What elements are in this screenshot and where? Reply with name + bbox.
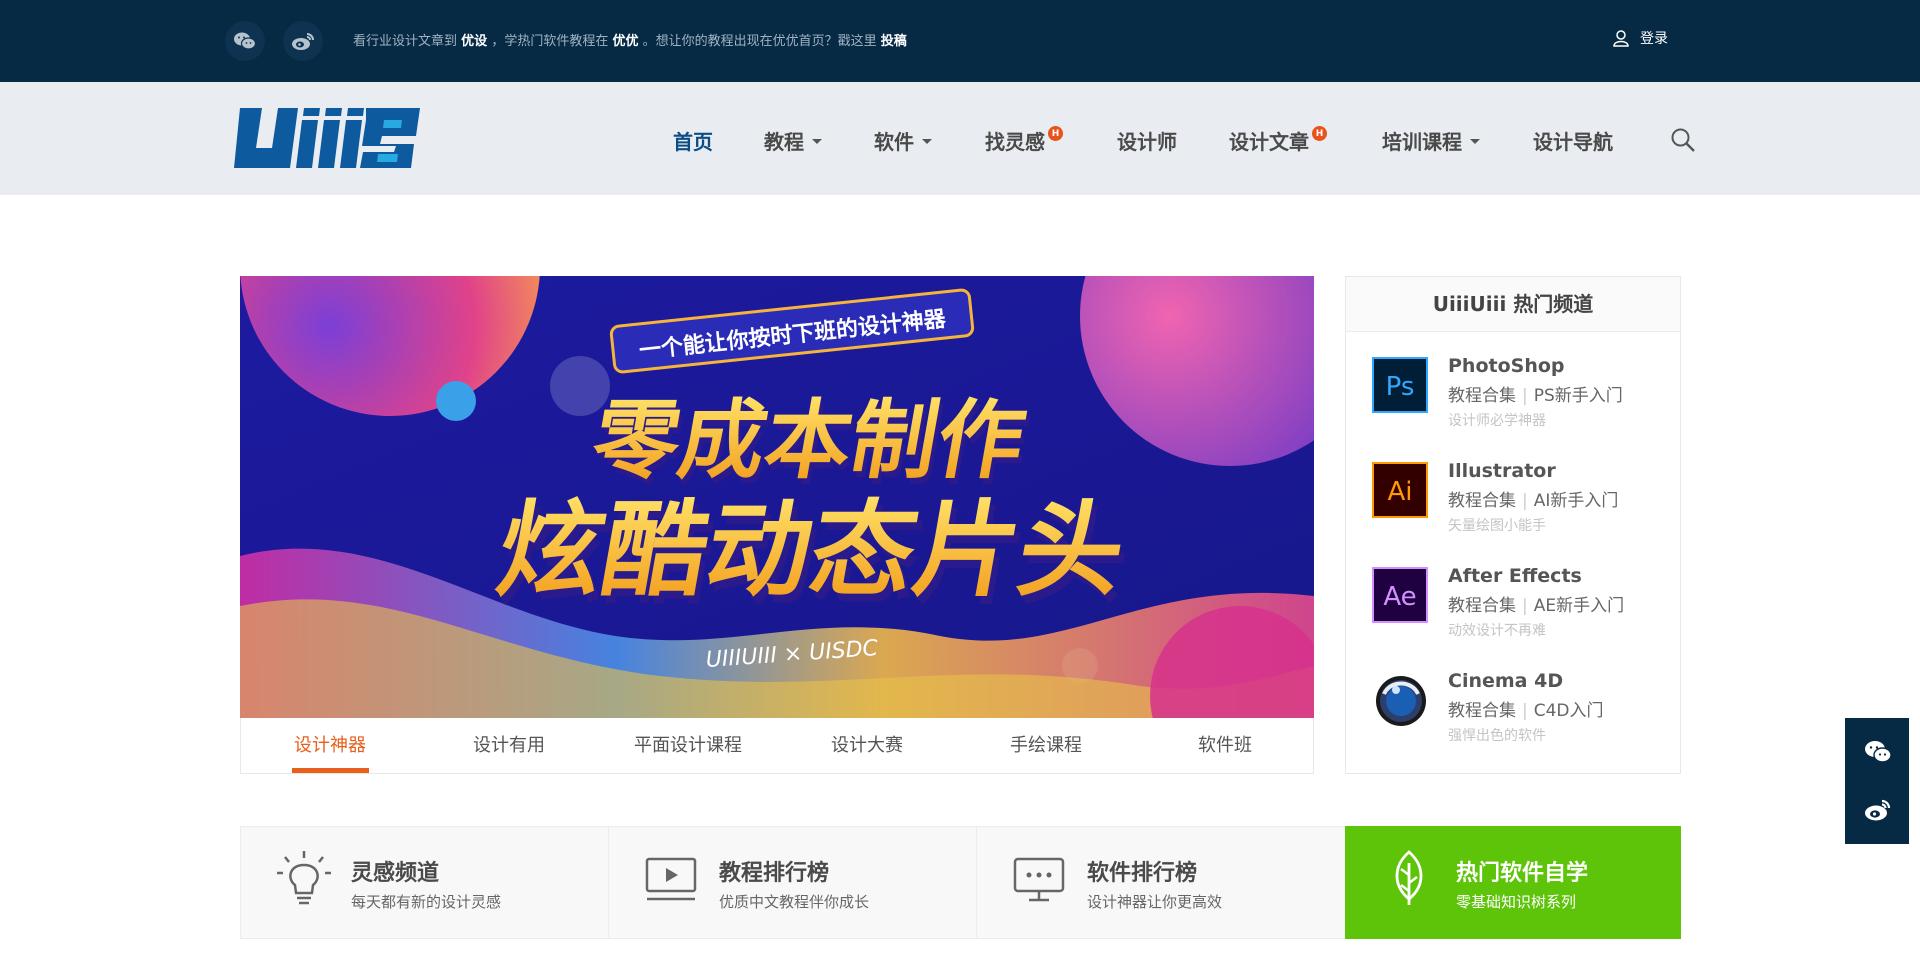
card-title: 灵感频道 [351,861,440,886]
notice-text-1: 看行业设计文章到 [353,34,458,49]
card-subtitle: 每天都有新的设计灵感 [351,893,502,911]
svg-text:Ps: Ps [1386,372,1415,402]
lightbulb-icon [277,851,331,905]
channel-subtitle: 矢量绘图小能手 [1448,518,1546,534]
tab-hand-drawing[interactable]: 手绘课程 [957,718,1135,773]
monitor-icon [1013,857,1065,902]
card-title: 热门软件自学 [1456,861,1589,886]
nav-home[interactable]: 首页 [673,126,713,155]
hot-badge: H [1312,126,1327,141]
submit-link[interactable]: 投稿 [881,34,907,49]
channel-photoshop[interactable]: Ps PhotoShop 教程合集 | PS新手入门 设计师必学神器 [1346,355,1682,437]
banner-headline-2: 炫酷动态片头 [489,490,1134,611]
login-label: 登录 [1640,31,1668,47]
tab-software-class[interactable]: 软件班 [1136,718,1314,773]
notice-text-2: ，学热门软件教程在 [491,34,609,49]
wechat-icon[interactable] [225,21,265,61]
panel-title: UiiiUiii 热门频道 [1346,277,1680,332]
chevron-down-icon [812,139,822,144]
main-nav: 首页 教程 软件 找灵感 H 设计师 设计文章 H 培训课程 设计导航 [0,82,1920,195]
weibo-icon[interactable] [283,21,323,61]
channel-after-effects[interactable]: Ae After Effects 教程合集 | AE新手入门 动效设计不再难 [1346,565,1682,647]
channel-title: PhotoShop [1448,355,1565,377]
tab-design-useful[interactable]: 设计有用 [420,718,598,773]
after-effects-icon: Ae [1372,567,1428,623]
weibo-icon[interactable] [1864,796,1892,824]
chevron-down-icon [922,139,932,144]
tab-graphic-course[interactable]: 平面设计课程 [599,718,777,773]
card-inspiration[interactable]: 灵感频道 每天都有新的设计灵感 [240,826,609,939]
search-icon[interactable] [1670,127,1696,157]
notice-text-3: 。想让你的教程出现在优优首页？戳这里 [642,34,877,49]
card-title: 软件排行榜 [1087,861,1198,886]
nav-courses[interactable]: 培训课程 [1382,126,1480,155]
card-hot-software-self-study[interactable]: 热门软件自学 零基础知识树系列 [1345,826,1681,939]
beginner-link[interactable]: AI新手入门 [1534,491,1619,511]
wechat-icon[interactable] [1864,738,1892,766]
photoshop-icon: Ps [1372,357,1428,413]
svg-text:Ai: Ai [1387,477,1412,507]
user-icon [1613,30,1629,47]
floating-social-bar [1845,718,1909,844]
nav-designers[interactable]: 设计师 [1117,126,1177,155]
chevron-down-icon [1470,139,1480,144]
uiiiuiii-link[interactable]: 优优 [612,34,638,49]
channel-subtitle: 强悍出色的软件 [1448,728,1546,744]
tab-design-contest[interactable]: 设计大赛 [778,718,956,773]
card-software-ranking[interactable]: 软件排行榜 设计神器让你更高效 [976,826,1346,939]
card-subtitle: 零基础知识树系列 [1456,893,1577,911]
card-subtitle: 优质中文教程伴你成长 [719,893,870,911]
illustrator-icon: Ai [1372,462,1428,518]
video-play-icon [645,857,697,901]
nav-inspiration[interactable]: 找灵感 H [985,126,1063,155]
collection-link[interactable]: 教程合集 [1448,386,1516,406]
nav-tutorials[interactable]: 教程 [764,126,822,155]
top-bar: 看行业设计文章到 优设 ，学热门软件教程在 优优 。想让你的教程出现在优优首页？… [0,0,1920,82]
channel-subtitle: 设计师必学神器 [1448,413,1546,429]
banner-headline-1: 零成本制作 [585,392,1032,491]
channel-cinema4d[interactable]: Cinema 4D 教程合集 | C4D入门 强悍出色的软件 [1346,670,1682,752]
banner-tabs: 设计神器 设计有用 平面设计课程 设计大赛 手绘课程 软件班 [240,718,1314,774]
collection-link[interactable]: 教程合集 [1448,701,1516,721]
collection-link[interactable]: 教程合集 [1448,596,1516,616]
card-subtitle: 设计神器让你更高效 [1087,893,1223,911]
channel-title: Cinema 4D [1448,670,1564,692]
svg-text:Ae: Ae [1383,582,1416,612]
beginner-link[interactable]: AE新手入门 [1534,596,1624,616]
cinema4d-icon [1376,676,1426,726]
beginner-link[interactable]: C4D入门 [1534,701,1604,721]
beginner-link[interactable]: PS新手入门 [1534,386,1623,406]
card-title: 教程排行榜 [719,861,830,886]
channel-subtitle: 动效设计不再难 [1448,623,1546,639]
tab-design-tools[interactable]: 设计神器 [241,718,419,773]
hot-badge: H [1048,126,1063,141]
channel-title: Illustrator [1448,460,1556,482]
nav-design-navigation[interactable]: 设计导航 [1533,126,1613,155]
active-tab-underline [292,768,369,773]
hero-banner[interactable]: 一个能让你按时下班的设计神器 零成本制作 零成本制作 炫酷动态片头 炫酷动态片头… [240,276,1314,718]
leaf-icon [1395,850,1423,905]
channel-title: After Effects [1448,565,1582,587]
nav-articles[interactable]: 设计文章 H [1229,126,1327,155]
uisdc-link[interactable]: 优设 [461,34,487,49]
channel-illustrator[interactable]: Ai Illustrator 教程合集 | AI新手入门 矢量绘图小能手 [1346,460,1682,542]
login-button[interactable]: 登录 [1612,28,1668,48]
card-tutorial-ranking[interactable]: 教程排行榜 优质中文教程伴你成长 [608,826,977,939]
nav-software[interactable]: 软件 [874,126,932,155]
site-logo[interactable] [232,106,422,174]
hot-channels-panel: UiiiUiii 热门频道 Ps PhotoShop 教程合集 | PS新手入门 设… [1345,276,1681,774]
top-notice: 看行业设计文章到 优设 ，学热门软件教程在 优优 。想让你的教程出现在优优首页？… [353,30,907,49]
collection-link[interactable]: 教程合集 [1448,491,1516,511]
